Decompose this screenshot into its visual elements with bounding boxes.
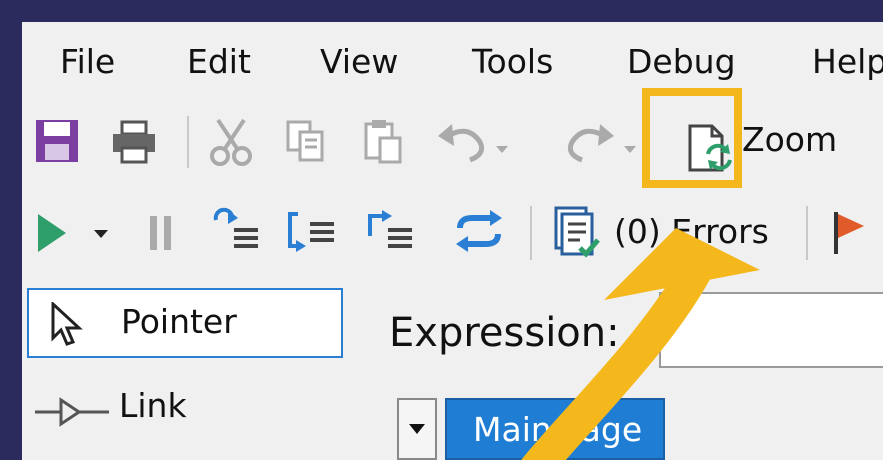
- pointer-arrow-icon: [521, 228, 760, 460]
